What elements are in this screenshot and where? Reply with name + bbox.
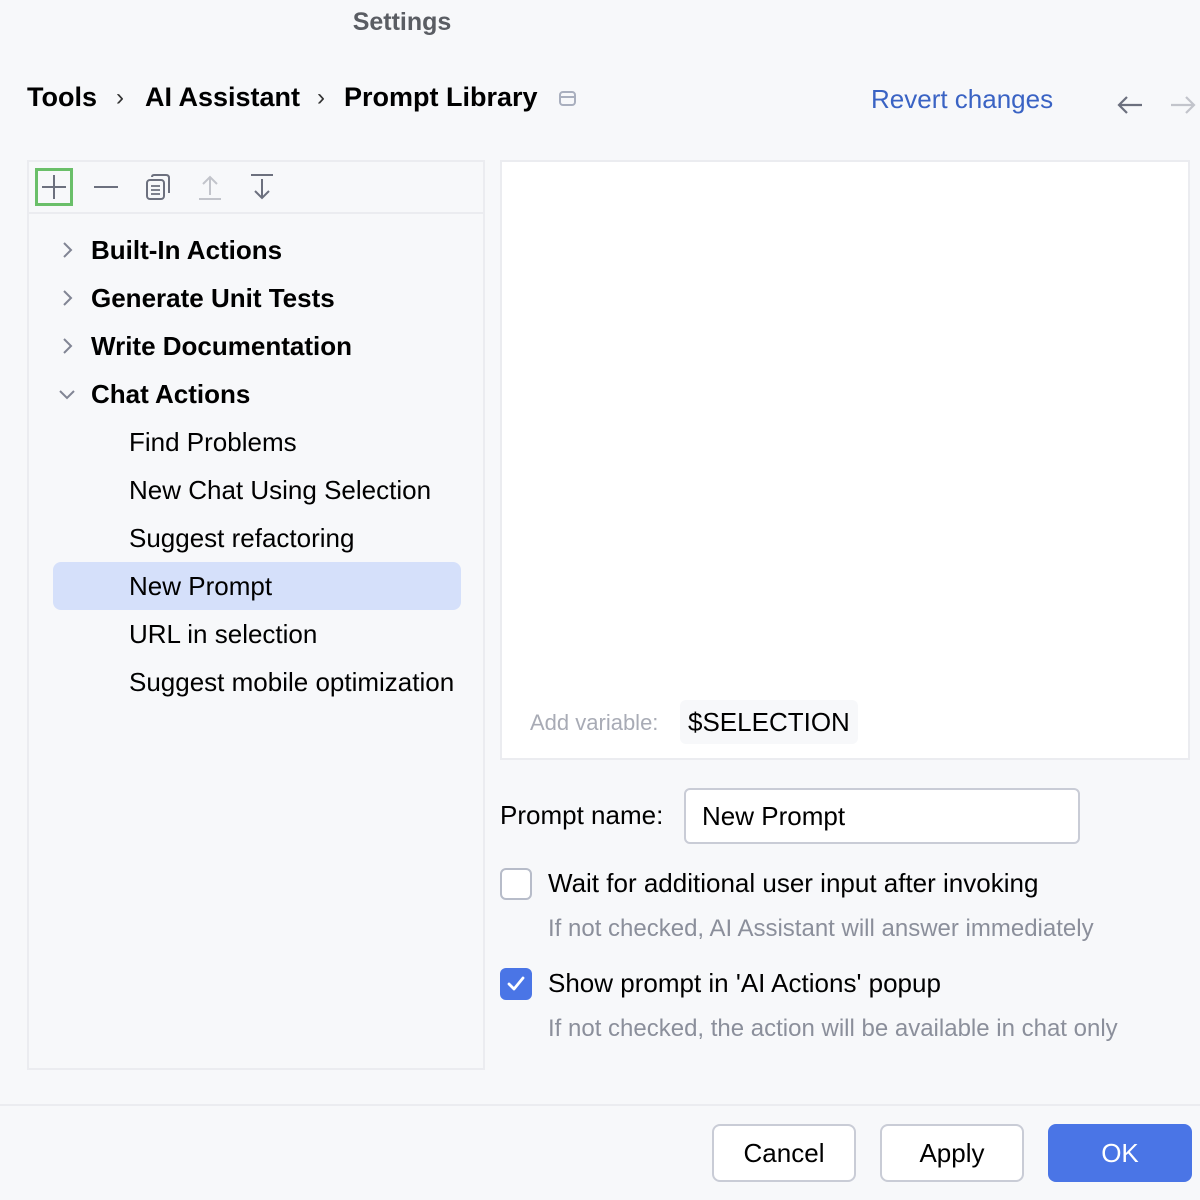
move-up-icon bbox=[199, 175, 221, 200]
forward-arrow-icon[interactable] bbox=[1168, 88, 1198, 118]
remove-icon bbox=[94, 186, 118, 188]
revert-changes-link[interactable]: Revert changes bbox=[871, 84, 1053, 115]
ok-button[interactable]: OK bbox=[1048, 1124, 1192, 1182]
add-variable-label: Add variable: bbox=[530, 710, 659, 735]
copy-button[interactable] bbox=[139, 168, 177, 206]
tree-item-suggest-refactoring[interactable]: Suggest refactoring bbox=[29, 514, 483, 562]
show-in-popup-label[interactable]: Show prompt in 'AI Actions' popup bbox=[548, 968, 941, 999]
tree-item-suggest-mobile-optimization[interactable]: Suggest mobile optimization bbox=[29, 658, 483, 706]
tree-group-built-in-actions[interactable]: Built-In Actions bbox=[29, 226, 483, 274]
move-down-button[interactable] bbox=[243, 168, 281, 206]
tree-item-label: Suggest refactoring bbox=[129, 522, 355, 553]
tree-item-new-prompt-selected[interactable]: New Prompt bbox=[29, 562, 483, 610]
apply-button[interactable]: Apply bbox=[880, 1124, 1024, 1182]
breadcrumb-tools[interactable]: Tools bbox=[27, 82, 97, 113]
tree-item-label: New Chat Using Selection bbox=[129, 474, 432, 505]
show-in-popup-hint: If not checked, the action will be avail… bbox=[548, 1015, 1118, 1042]
tree-group-label: Write Documentation bbox=[91, 330, 352, 361]
footer-divider bbox=[0, 1104, 1200, 1106]
breadcrumb-separator: › bbox=[116, 84, 124, 111]
tree-item-label: New Prompt bbox=[129, 570, 273, 601]
tree-toolbar bbox=[29, 162, 483, 214]
chevron-right-icon[interactable] bbox=[57, 336, 77, 356]
breadcrumb-prompt-library: Prompt Library bbox=[344, 82, 538, 112]
tree-group-label: Built-In Actions bbox=[91, 234, 283, 265]
tree-item-label: Suggest mobile optimization bbox=[129, 666, 455, 697]
window-layout-icon[interactable] bbox=[559, 91, 576, 106]
prompt-tree-panel: Built-In Actions Generate Unit Tests Wri… bbox=[27, 160, 485, 1070]
back-arrow-icon[interactable] bbox=[1115, 88, 1145, 118]
checkmark-icon bbox=[507, 976, 525, 991]
tree-item-label: URL in selection bbox=[129, 618, 318, 649]
prompt-editor[interactable] bbox=[500, 160, 1190, 760]
add-icon bbox=[42, 175, 66, 199]
tree-group-label: Chat Actions bbox=[91, 378, 251, 409]
tree-item-new-chat-using-selection[interactable]: New Chat Using Selection bbox=[29, 466, 483, 514]
wait-for-input-checkbox[interactable] bbox=[500, 868, 532, 900]
remove-button[interactable] bbox=[87, 168, 125, 206]
move-down-icon bbox=[251, 174, 273, 200]
add-button[interactable] bbox=[35, 168, 73, 206]
cancel-button[interactable]: Cancel bbox=[712, 1124, 856, 1182]
breadcrumb-separator: › bbox=[317, 84, 325, 111]
tree-item-url-in-selection[interactable]: URL in selection bbox=[29, 610, 483, 658]
tree-group-label: Generate Unit Tests bbox=[91, 282, 335, 313]
chevron-down-icon[interactable] bbox=[57, 384, 77, 404]
chevron-right-icon[interactable] bbox=[57, 288, 77, 308]
wait-for-input-label[interactable]: Wait for additional user input after inv… bbox=[548, 868, 1038, 899]
chevron-right-icon[interactable] bbox=[57, 240, 77, 260]
tree-group-generate-unit-tests[interactable]: Generate Unit Tests bbox=[29, 274, 483, 322]
prompt-name-label: Prompt name: bbox=[500, 800, 664, 830]
move-up-button[interactable] bbox=[191, 168, 229, 206]
window-title: Settings bbox=[352, 8, 452, 36]
tree-group-write-documentation[interactable]: Write Documentation bbox=[29, 322, 483, 370]
breadcrumb-ai-assistant[interactable]: AI Assistant bbox=[145, 82, 300, 113]
tree-item-label: Find Problems bbox=[129, 426, 297, 457]
prompt-name-input[interactable] bbox=[684, 788, 1080, 844]
show-in-popup-checkbox[interactable] bbox=[500, 968, 532, 1000]
tree-item-find-problems[interactable]: Find Problems bbox=[29, 418, 483, 466]
variable-selection-chip[interactable]: $SELECTION bbox=[680, 700, 858, 744]
tree-group-chat-actions[interactable]: Chat Actions bbox=[29, 370, 483, 418]
copy-icon bbox=[146, 174, 170, 200]
wait-for-input-hint: If not checked, AI Assistant will answer… bbox=[548, 915, 1094, 942]
